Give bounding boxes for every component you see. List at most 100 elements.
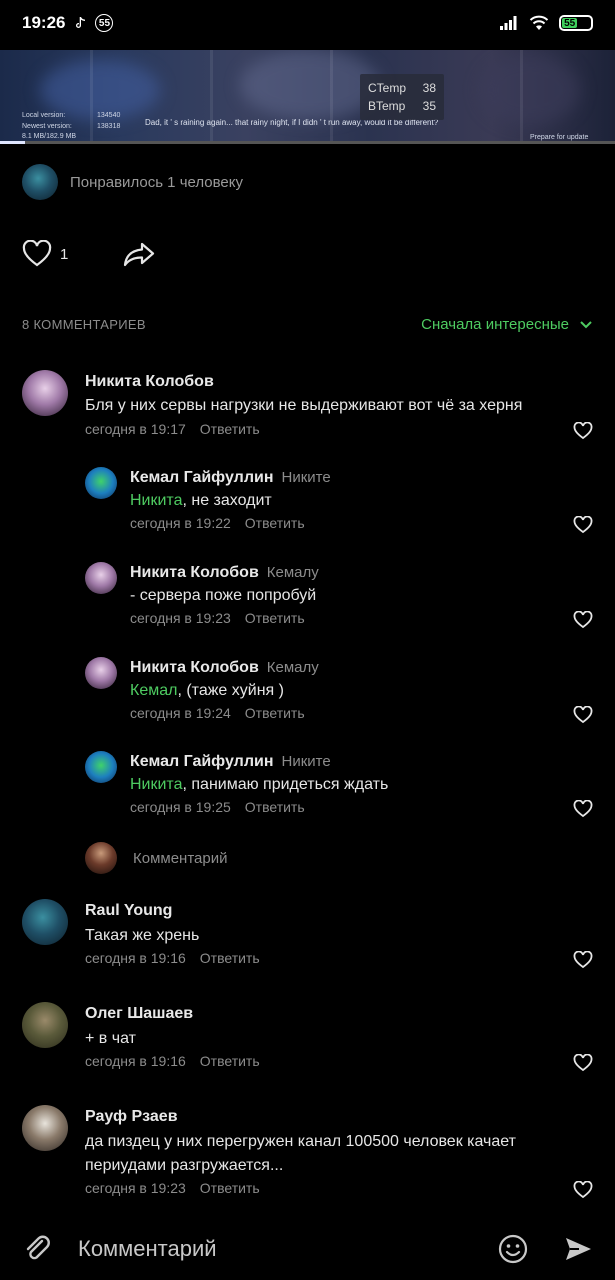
author-avatar[interactable] (22, 1002, 68, 1048)
liker-avatar[interactable] (22, 164, 58, 200)
comment-composer: Комментарий (0, 1218, 615, 1280)
comments-header: 8 КОММЕНТАРИЕВ Сначала интересные (22, 316, 593, 333)
current-user-avatar (85, 842, 117, 874)
comment-text-line: Кемал, (таже хуйня ) (130, 680, 284, 702)
comment-text: - сервера поже попробуй (130, 587, 317, 604)
battery-fill: 55 (562, 18, 578, 29)
comment-meta: сегодня в 19:17 Ответить (85, 421, 260, 437)
comment-text: Такая же хрень (85, 927, 200, 944)
paperclip-icon[interactable] (22, 1233, 54, 1265)
reply-button[interactable]: Ответить (245, 705, 305, 721)
comment-author[interactable]: Никита Колобов (130, 659, 259, 676)
send-icon[interactable] (563, 1234, 593, 1264)
comment-author[interactable]: Рауф Рзаев (85, 1108, 178, 1126)
comment-time: сегодня в 19:23 (85, 1180, 186, 1196)
download-size: 8.1 MB/182.9 MB (22, 133, 77, 140)
reply-button[interactable]: Ответить (200, 950, 260, 966)
author-avatar[interactable] (85, 657, 117, 689)
comment-input[interactable]: Комментарий (78, 1236, 497, 1262)
btemp-label: BTemp (368, 99, 406, 113)
status-right: 55 (499, 15, 593, 31)
banner-streak (90, 50, 93, 144)
comment-like-heart-icon[interactable] (573, 611, 593, 629)
comment-like-heart-icon[interactable] (573, 516, 593, 534)
battery-icon: 55 (559, 15, 593, 31)
comment-meta: сегодня в 19:16 Ответить (85, 950, 260, 966)
ctemp-row: CTemp 38 (368, 79, 436, 97)
comment-like-heart-icon[interactable] (573, 706, 593, 724)
comment-text: + в чат (85, 1030, 136, 1047)
reply-button[interactable]: Ответить (200, 1053, 260, 1069)
comments-count: 8 КОММЕНТАРИЕВ (22, 317, 146, 332)
reply-button[interactable]: Ответить (245, 610, 305, 626)
btemp-row: BTemp 35 (368, 97, 436, 115)
local-version-value: 134540 (97, 112, 121, 119)
author-avatar[interactable] (85, 751, 117, 783)
comment-like-heart-icon[interactable] (573, 1181, 593, 1199)
comment-author-line: Кемал Гайфуллин Никите (130, 469, 331, 487)
banner-glow (240, 50, 380, 120)
comment-meta: сегодня в 19:16 Ответить (85, 1053, 260, 1069)
reply-button[interactable]: Ответить (245, 515, 305, 531)
like-count: 1 (60, 245, 69, 263)
comment-text: , панимаю придеться ждать (182, 776, 389, 793)
author-avatar[interactable] (85, 467, 117, 499)
author-avatar[interactable] (85, 562, 117, 594)
comment-author-line: Кемал Гайфуллин Никите (130, 753, 331, 771)
reply-button[interactable]: Ответить (200, 1180, 260, 1196)
sort-select[interactable]: Сначала интересные (421, 316, 593, 333)
author-avatar[interactable] (22, 1105, 68, 1151)
comment-time: сегодня в 19:16 (85, 1053, 186, 1069)
comment-mention[interactable]: Никита (130, 492, 182, 509)
comment-time: сегодня в 19:24 (130, 705, 231, 721)
banner-streak (520, 50, 523, 144)
status-left: 19:26 55 (22, 13, 114, 33)
comment-text: да пиздец у них перегружен канал 100500 … (85, 1133, 516, 1150)
post-actions: 1 (22, 240, 156, 268)
reply-button[interactable]: Ответить (245, 799, 305, 815)
comment-like-heart-icon[interactable] (573, 1054, 593, 1072)
comment-text: , (таже хуйня ) (177, 682, 284, 699)
comment-time: сегодня в 19:17 (85, 421, 186, 437)
status-time: 19:26 (22, 13, 66, 32)
heart-icon[interactable] (22, 240, 52, 268)
comment-meta: сегодня в 19:24 Ответить (130, 705, 305, 721)
newest-version-value: 138318 (97, 123, 121, 130)
sort-label: Сначала интересные (421, 316, 569, 333)
comment-text-line2: периудами разгружается... (85, 1157, 284, 1174)
author-avatar[interactable] (22, 899, 68, 945)
comment-like-heart-icon[interactable] (573, 800, 593, 818)
comment-author[interactable]: Кемал Гайфуллин (130, 753, 273, 770)
comment-author[interactable]: Raul Young (85, 902, 172, 920)
local-version-label: Local version: (22, 112, 66, 119)
comment-reply-to: Никите (281, 753, 331, 770)
comment-like-heart-icon[interactable] (573, 951, 593, 969)
chevron-down-icon (580, 320, 592, 328)
emoji-icon[interactable] (497, 1233, 529, 1265)
banner-glow (40, 60, 160, 120)
reply-input[interactable]: Комментарий (133, 850, 227, 867)
post-image-banner[interactable]: Local version: 134540 Newest version: 13… (0, 50, 615, 144)
comment-author[interactable]: Кемал Гайфуллин (130, 469, 273, 486)
tiktok-icon (76, 17, 86, 28)
share-icon[interactable] (122, 240, 156, 268)
comment-time: сегодня в 19:16 (85, 950, 186, 966)
comment-meta: сегодня в 19:23 Ответить (85, 1180, 260, 1196)
comment-author[interactable]: Олег Шашаев (85, 1005, 193, 1023)
comment-mention[interactable]: Никита (130, 776, 182, 793)
reply-input-row[interactable]: Комментарий (85, 842, 227, 874)
signal-icon (500, 16, 517, 30)
comment-mention[interactable]: Кемал (130, 682, 177, 699)
comment-author[interactable]: Никита Колобов (130, 564, 259, 581)
likes-text: Понравилось 1 человеку (70, 173, 243, 191)
comment-like-heart-icon[interactable] (573, 422, 593, 440)
comment-text: , не заходит (182, 492, 272, 509)
comment-meta: сегодня в 19:25 Ответить (130, 799, 305, 815)
author-avatar[interactable] (22, 370, 68, 416)
comment-author[interactable]: Никита Колобов (85, 373, 214, 391)
newest-version-label: Newest version: (22, 123, 72, 130)
reply-button[interactable]: Ответить (200, 421, 260, 437)
ctemp-value: 38 (422, 81, 436, 95)
likes-summary[interactable]: Понравилось 1 человеку (22, 164, 243, 200)
comment-reply-to: Кемалу (266, 564, 319, 581)
